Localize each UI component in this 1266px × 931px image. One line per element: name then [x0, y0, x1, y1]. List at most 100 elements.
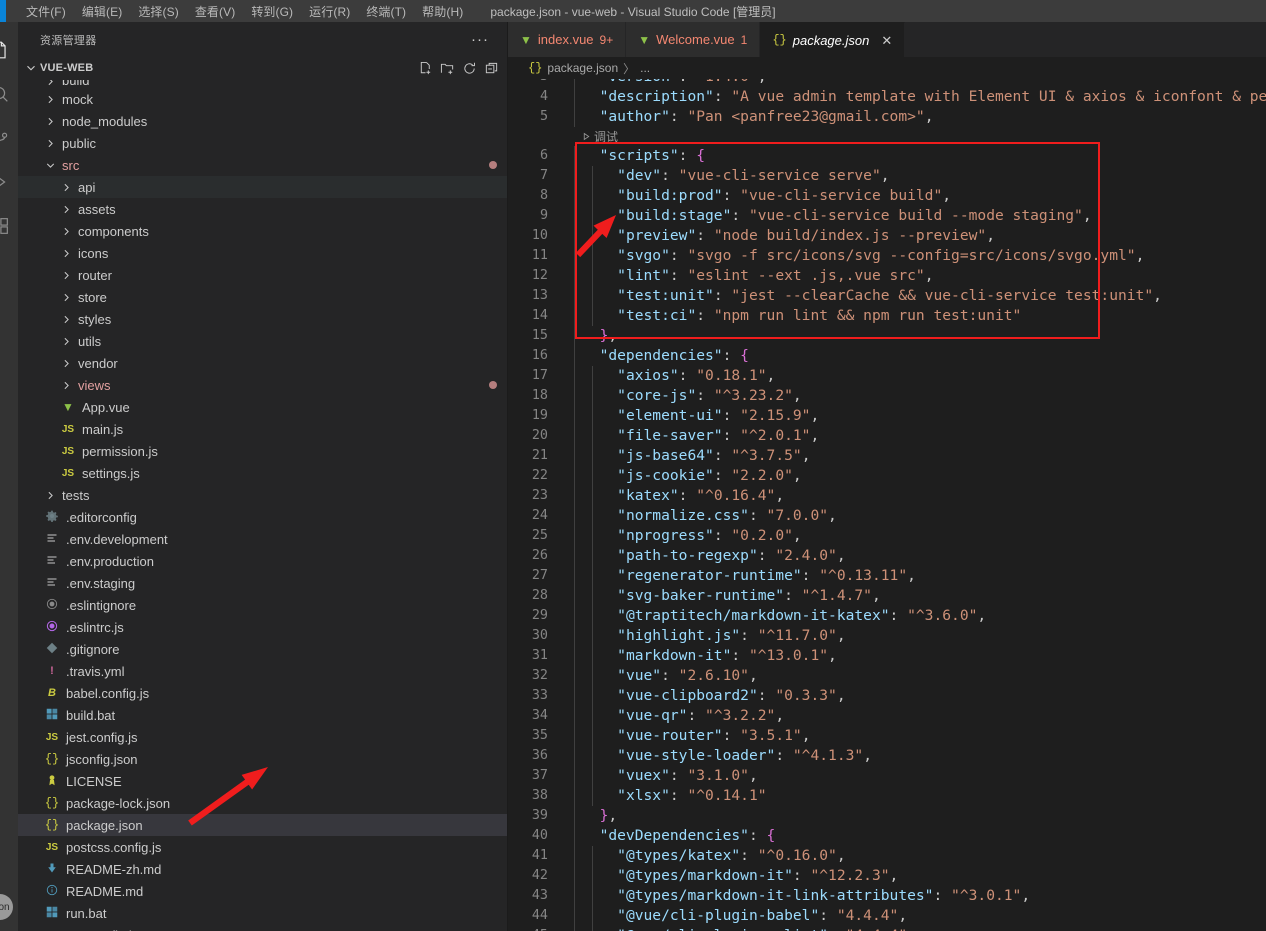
tree-folder-icons[interactable]: icons — [18, 242, 507, 264]
code-line[interactable]: 4 "description": "A vue admin template w… — [508, 87, 1266, 107]
chevron-right-icon[interactable] — [58, 247, 74, 260]
tree-file-permission-js[interactable]: JS permission.js — [18, 440, 507, 462]
collapse-all-icon[interactable] — [484, 61, 499, 76]
chevron-right-icon[interactable] — [58, 357, 74, 370]
code-line[interactable]: 17 "axios": "0.18.1", — [508, 366, 1266, 386]
tree-folder-public[interactable]: public — [18, 132, 507, 154]
tree-file-gitignore[interactable]: .gitignore — [18, 638, 507, 660]
code-line[interactable]: 7 "dev": "vue-cli-service serve", — [508, 166, 1266, 186]
tree-folder-utils[interactable]: utils — [18, 330, 507, 352]
menu-help[interactable]: 帮助(H) — [414, 1, 471, 22]
tree-folder-tests[interactable]: tests — [18, 484, 507, 506]
code-line[interactable]: 5 "author": "Pan <panfree23@gmail.com>", — [508, 107, 1266, 127]
chevron-right-icon[interactable] — [58, 181, 74, 194]
editor-tab-package-json[interactable]: {} package.json ✕ — [760, 22, 906, 57]
code-line[interactable]: 20 "file-saver": "^2.0.1", — [508, 426, 1266, 446]
new-file-icon[interactable] — [418, 61, 433, 76]
extensions-icon[interactable] — [0, 204, 18, 248]
tree-file-travis-yml[interactable]: ! .travis.yml — [18, 660, 507, 682]
tree-folder-api[interactable]: api — [18, 176, 507, 198]
folder-section-header[interactable]: VUE-WEB — [18, 57, 507, 79]
chevron-right-icon[interactable] — [58, 225, 74, 238]
new-folder-icon[interactable] — [440, 61, 455, 76]
code-line[interactable]: 43 "@types/markdown-it-link-attributes":… — [508, 886, 1266, 906]
code-line[interactable]: 29 "@traptitech/markdown-it-katex": "^3.… — [508, 606, 1266, 626]
code-line[interactable]: 13 "test:unit": "jest --clearCache && vu… — [508, 286, 1266, 306]
tree-file-eslintignore[interactable]: .eslintignore — [18, 594, 507, 616]
account-avatar[interactable]: on — [0, 889, 18, 925]
menu-run[interactable]: 运行(R) — [301, 1, 358, 22]
code-line[interactable]: 30 "highlight.js": "^11.7.0", — [508, 626, 1266, 646]
tree-folder-views[interactable]: views — [18, 374, 507, 396]
tree-file-editorconfig[interactable]: .editorconfig — [18, 506, 507, 528]
code-line[interactable]: 16 "dependencies": { — [508, 346, 1266, 366]
menu-terminal[interactable]: 终端(T) — [358, 1, 414, 22]
tree-file-env-production[interactable]: .env.production — [18, 550, 507, 572]
tree-file-license[interactable]: LICENSE — [18, 770, 507, 792]
tree-file-package-lock-json[interactable]: {} package-lock.json — [18, 792, 507, 814]
tree-folder-mock[interactable]: mock — [18, 88, 507, 110]
editor-tab-bar[interactable]: ▼ index.vue 9+ ▼ Welcome.vue 1 {} package.json ✕ — [508, 22, 1266, 57]
code-line[interactable]: 26 "path-to-regexp": "2.4.0", — [508, 546, 1266, 566]
code-line[interactable]: 21 "js-base64": "^3.7.5", — [508, 446, 1266, 466]
tree-file-readme-md[interactable]: README.md — [18, 880, 507, 902]
code-line[interactable]: 14 "test:ci": "npm run lint && npm run t… — [508, 306, 1266, 326]
code-line[interactable]: 33 "vue-clipboard2": "0.3.3", — [508, 686, 1266, 706]
code-line[interactable]: 12 "lint": "eslint --ext .js,.vue src", — [508, 266, 1266, 286]
tree-file-run-bat[interactable]: run.bat — [18, 902, 507, 924]
tree-file-app-vue[interactable]: ▼ App.vue — [18, 396, 507, 418]
chevron-down-icon[interactable] — [42, 159, 58, 172]
source-control-icon[interactable] — [0, 116, 18, 160]
tree-file-settings-js[interactable]: JS settings.js — [18, 462, 507, 484]
menu-file[interactable]: 文件(F) — [18, 1, 74, 22]
breadcrumb-rest[interactable]: ... — [640, 61, 650, 75]
code-line[interactable]: 22 "js-cookie": "2.2.0", — [508, 466, 1266, 486]
code-editor[interactable]: 3 "version": "1.4.0",4 "description": "A… — [508, 79, 1266, 931]
tree-folder-node-modules[interactable]: node_modules — [18, 110, 507, 132]
code-line[interactable]: 31 "markdown-it": "^13.0.1", — [508, 646, 1266, 666]
chevron-right-icon[interactable] — [58, 203, 74, 216]
code-line[interactable]: 45 "@vue/cli-plugin-eslint": "4.4.4", — [508, 926, 1266, 931]
menu-go[interactable]: 转到(G) — [243, 1, 301, 22]
tree-file-postcss-config-js[interactable]: JS postcss.config.js — [18, 836, 507, 858]
code-line[interactable]: 36 "vue-style-loader": "^4.1.3", — [508, 746, 1266, 766]
chevron-right-icon[interactable] — [58, 313, 74, 326]
menu-view[interactable]: 查看(V) — [187, 1, 244, 22]
chevron-right-icon[interactable] — [42, 80, 58, 88]
tree-file-vue-config-js[interactable]: JSvue.config.js — [18, 924, 507, 931]
chevron-right-icon[interactable] — [42, 93, 58, 106]
code-line[interactable]: 23 "katex": "^0.16.4", — [508, 486, 1266, 506]
tree-file-readme-zh-md[interactable]: README-zh.md — [18, 858, 507, 880]
code-line[interactable]: 19 "element-ui": "2.15.9", — [508, 406, 1266, 426]
tree-folder-assets[interactable]: assets — [18, 198, 507, 220]
tree-folder-src[interactable]: src — [18, 154, 507, 176]
code-line[interactable]: 3 "version": "1.4.0", — [508, 79, 1266, 87]
breadcrumb-file[interactable]: package.json — [547, 61, 618, 75]
code-line[interactable]: 28 "svg-baker-runtime": "^1.4.7", — [508, 586, 1266, 606]
tree-folder-styles[interactable]: styles — [18, 308, 507, 330]
tree-folder-vendor[interactable]: vendor — [18, 352, 507, 374]
code-line[interactable]: 11 "svgo": "svgo -f src/icons/svg --conf… — [508, 246, 1266, 266]
run-debug-icon[interactable] — [0, 160, 18, 204]
chevron-right-icon[interactable] — [58, 379, 74, 392]
code-line[interactable]: 24 "normalize.css": "7.0.0", — [508, 506, 1266, 526]
tree-file-jsconfig-json[interactable]: {} jsconfig.json — [18, 748, 507, 770]
code-line[interactable]: 25 "nprogress": "0.2.0", — [508, 526, 1266, 546]
editor-tab-index-vue[interactable]: ▼ index.vue 9+ — [508, 22, 627, 57]
tree-file-main-js[interactable]: JS main.js — [18, 418, 507, 440]
close-icon[interactable]: ✕ — [881, 34, 892, 47]
code-line[interactable]: 42 "@types/markdown-it": "^12.2.3", — [508, 866, 1266, 886]
code-line[interactable]: 38 "xlsx": "^0.14.1" — [508, 786, 1266, 806]
code-line[interactable]: 10 "preview": "node build/index.js --pre… — [508, 226, 1266, 246]
editor-tab-welcome-vue[interactable]: ▼ Welcome.vue 1 — [626, 22, 761, 57]
code-line[interactable]: 35 "vue-router": "3.5.1", — [508, 726, 1266, 746]
code-line[interactable]: 34 "vue-qr": "^3.2.2", — [508, 706, 1266, 726]
code-line[interactable]: 40 "devDependencies": { — [508, 826, 1266, 846]
file-tree[interactable]: build mock node_modules public src api assets c… — [18, 79, 507, 931]
tree-folder-build[interactable]: build — [18, 80, 507, 88]
code-line[interactable]: 32 "vue": "2.6.10", — [508, 666, 1266, 686]
code-line[interactable]: 15 }, — [508, 326, 1266, 346]
sidebar-more-actions-icon[interactable]: ··· — [465, 32, 495, 48]
tree-folder-router[interactable]: router — [18, 264, 507, 286]
code-line[interactable]: 39 }, — [508, 806, 1266, 826]
